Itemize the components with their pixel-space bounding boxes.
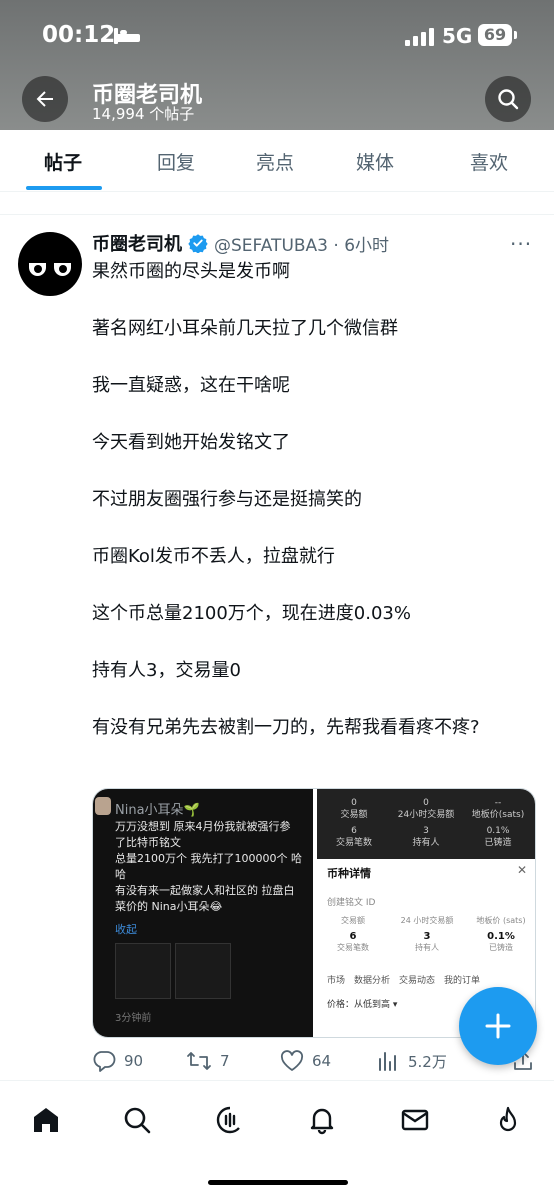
media-sort-label: 价格：从低到高 ▾ bbox=[327, 1000, 398, 1010]
battery-icon: 69 bbox=[478, 24, 517, 46]
tweet-header: 币圈老司机 @SEFATUBA3 · 6小时 bbox=[92, 230, 389, 256]
profile-header-banner: 00:12 5G 69 币圈老司机 14,994 个帖子 bbox=[0, 0, 554, 130]
retweet-button[interactable]: 7 bbox=[186, 1050, 230, 1072]
view-count: 5.2万 bbox=[408, 1052, 447, 1071]
status-time: 00:12 bbox=[42, 22, 116, 48]
like-count: 64 bbox=[312, 1052, 332, 1070]
envelope-icon bbox=[401, 1109, 429, 1131]
tab-media[interactable]: 媒体 bbox=[356, 148, 394, 175]
divider bbox=[0, 214, 554, 215]
nav-messages[interactable] bbox=[400, 1105, 430, 1135]
tweet-paragraph: 有没有兄弟先去被割一刀的，先帮我看看疼不疼? bbox=[92, 717, 480, 738]
avatar[interactable] bbox=[18, 232, 82, 296]
avatar-eye-right bbox=[54, 263, 71, 276]
retweet-count: 7 bbox=[220, 1052, 230, 1070]
active-tab-indicator bbox=[26, 186, 102, 190]
media-stats-dark: 0 交易额 0 24小时交易额 -- 地板价(sats) 6 交易笔数 3 持有人 0.1… bbox=[317, 789, 535, 859]
stat-cell: 6 交易笔数 bbox=[337, 931, 369, 952]
stat-cell: -- 地板价(sats) bbox=[471, 798, 525, 820]
tab-likes[interactable]: 喜欢 bbox=[470, 148, 508, 175]
home-indicator bbox=[208, 1180, 348, 1185]
media-market-tabs: 市场 数据分析 交易动态 我的订单 bbox=[327, 976, 481, 986]
avatar-eye-left bbox=[29, 263, 46, 276]
media-token-subtitle: 创建铭文 ID bbox=[327, 898, 376, 908]
media-token-title: 币种详情 bbox=[327, 867, 371, 880]
search-button[interactable] bbox=[485, 76, 531, 122]
stat-cell: 3 持有人 bbox=[412, 826, 440, 848]
bell-icon bbox=[310, 1108, 334, 1135]
reply-button[interactable]: 90 bbox=[92, 1050, 143, 1072]
tab-posts[interactable]: 帖子 bbox=[44, 148, 82, 175]
stat-cell: 24 小时交易额 bbox=[400, 916, 454, 925]
stat-cell: 0 24小时交易额 bbox=[397, 798, 455, 820]
flame-icon bbox=[499, 1106, 517, 1132]
tweet-paragraph: 果然币圈的尽头是发币啊 bbox=[92, 261, 290, 282]
compose-button[interactable] bbox=[459, 987, 537, 1065]
post-count: 14,994 个帖子 bbox=[92, 105, 195, 123]
nav-search[interactable] bbox=[122, 1105, 152, 1135]
tab-replies[interactable]: 回复 bbox=[157, 148, 195, 175]
nav-spaces[interactable] bbox=[215, 1105, 245, 1135]
tweet-handle-time[interactable]: @SEFATUBA3 · 6小时 bbox=[214, 231, 389, 256]
spaces-icon bbox=[216, 1106, 240, 1134]
nav-home[interactable] bbox=[31, 1105, 61, 1135]
profile-tabs: 帖子 回复 亮点 媒体 喜欢 bbox=[0, 130, 554, 192]
tweet-paragraph: 著名网红小耳朵前几天拉了几个微信群 bbox=[92, 318, 398, 339]
retweet-icon bbox=[187, 1052, 211, 1070]
stat-cell: 0.1% 已铸造 bbox=[487, 931, 515, 952]
home-icon bbox=[34, 1108, 58, 1132]
reply-count: 90 bbox=[124, 1052, 144, 1070]
like-button[interactable]: 64 bbox=[280, 1050, 331, 1072]
verified-badge-icon bbox=[188, 234, 208, 253]
plus-icon bbox=[485, 1013, 511, 1039]
tweet-paragraph: 不过朋友圈强行参与还是挺搞笑的 bbox=[92, 489, 362, 510]
media-poster-name: Nina小耳朵🌱 bbox=[115, 803, 200, 818]
media-thumbnail bbox=[115, 943, 171, 999]
media-poster-avatar bbox=[95, 797, 111, 815]
tweet-paragraph: 币圈Kol发币不丢人，拉盘就行 bbox=[92, 546, 335, 567]
stat-cell: 0 交易额 bbox=[340, 798, 368, 820]
media-fold-link: 收起 bbox=[115, 923, 137, 936]
nav-trending[interactable] bbox=[493, 1105, 523, 1135]
tab-highlights[interactable]: 亮点 bbox=[256, 148, 294, 175]
media-thumbnail bbox=[175, 943, 231, 999]
media-text-line: 哈 bbox=[115, 868, 126, 881]
media-post-time: 3分钟前 bbox=[115, 1013, 152, 1024]
tweet-paragraph: 这个币总量2100万个，现在进度0.03% bbox=[92, 603, 411, 624]
stat-cell: 0.1% 已铸造 bbox=[484, 826, 512, 848]
media-text-line: 总量2100万个 我先打了100000个 哈 bbox=[115, 852, 302, 865]
close-icon: ✕ bbox=[517, 863, 528, 877]
network-type: 5G bbox=[442, 24, 473, 48]
tweet-paragraph: 今天看到她开始发铭文了 bbox=[92, 432, 290, 453]
media-text-line: 万万没想到 原来4月份我就被强行参 bbox=[115, 820, 291, 833]
tweet-paragraph: 持有人3，交易量0 bbox=[92, 660, 241, 681]
heart-icon bbox=[280, 1050, 304, 1071]
media-text-line: 了比特币铭文 bbox=[115, 836, 181, 849]
media-text-line: 菜价的 Nina小耳朵😂 bbox=[115, 900, 223, 913]
more-options-icon[interactable]: ··· bbox=[510, 232, 532, 256]
stat-cell: 交易额 bbox=[341, 916, 365, 925]
status-bar: 00:12 5G 69 bbox=[0, 0, 554, 70]
back-button[interactable] bbox=[22, 76, 68, 122]
media-text-line: 有没有来一起做家人和社区的 拉盘白 bbox=[115, 884, 295, 897]
cellular-signal-icon bbox=[405, 28, 435, 46]
views-icon bbox=[379, 1052, 396, 1071]
nav-notifications[interactable] bbox=[307, 1105, 337, 1135]
media-image-left[interactable]: Nina小耳朵🌱 万万没想到 原来4月份我就被强行参 了比特币铭文 总量2100… bbox=[93, 789, 313, 1037]
tweet-paragraph: 我一直疑惑，这在干啥呢 bbox=[92, 375, 290, 396]
media-post-text: 万万没想到 原来4月份我就被强行参 了比特币铭文 总量2100万个 我先打了10… bbox=[115, 819, 345, 915]
search-icon bbox=[498, 89, 519, 110]
reply-icon bbox=[93, 1051, 116, 1072]
search-icon bbox=[124, 1107, 151, 1134]
views-button[interactable]: 5.2万 bbox=[376, 1050, 447, 1072]
stat-cell: 3 持有人 bbox=[415, 931, 439, 952]
tweet-text: 果然币圈的尽头是发币啊 著名网红小耳朵前几天拉了几个微信群 我一直疑惑，这在干啥… bbox=[92, 258, 532, 742]
stat-cell: 6 交易笔数 bbox=[335, 826, 372, 848]
tweet-author-name[interactable]: 币圈老司机 bbox=[92, 230, 182, 256]
tweet-actions: 90 7 64 5.2万 bbox=[92, 1050, 536, 1076]
arrow-left-icon bbox=[36, 91, 53, 107]
sleep-focus-icon bbox=[114, 28, 140, 44]
stat-cell: 地板价 (sats) bbox=[476, 916, 526, 925]
